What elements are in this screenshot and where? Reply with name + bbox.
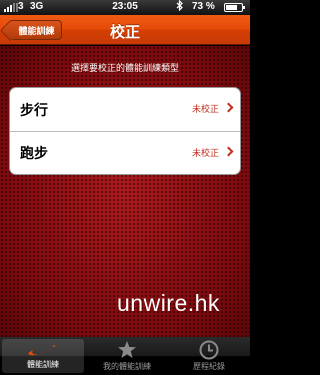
tab-workout[interactable]: 體能訓練 — [2, 339, 84, 373]
back-button-label: 體能訓練 — [18, 26, 55, 37]
navigation-bar: 體能訓練 校正 — [0, 15, 250, 45]
bluetooth-icon — [176, 0, 183, 14]
battery-percent: 73 % — [192, 1, 215, 12]
list-item-walk[interactable]: 步行 未校正 — [10, 88, 240, 131]
tab-my-workouts[interactable]: 我的體能訓練 — [86, 337, 168, 375]
calibration-status: 未校正 — [191, 105, 219, 115]
chevron-right-icon — [223, 146, 234, 157]
list-item-run[interactable]: 跑步 未校正 — [10, 131, 240, 174]
clock-icon — [199, 340, 219, 364]
list-item-label: 跑步 — [20, 146, 48, 162]
chevron-right-icon — [223, 102, 234, 113]
star-icon — [117, 340, 137, 363]
calibration-status: 未校正 — [191, 149, 219, 159]
watermark: unwire.hk — [117, 290, 220, 316]
status-bar: 3 3G 23:05 73 % — [0, 0, 250, 15]
battery-icon — [224, 3, 245, 12]
tab-bar: 體能訓練 我的體能訓練 歷程紀錄 — [0, 337, 250, 375]
list-item-label: 步行 — [20, 102, 48, 119]
tab-history[interactable]: 歷程紀錄 — [168, 337, 250, 375]
workout-type-list: 步行 未校正 跑步 未校正 — [9, 87, 241, 175]
swoosh-icon — [26, 342, 60, 362]
instruction-text: 選擇要校正的體能訓練類型 — [70, 64, 179, 74]
